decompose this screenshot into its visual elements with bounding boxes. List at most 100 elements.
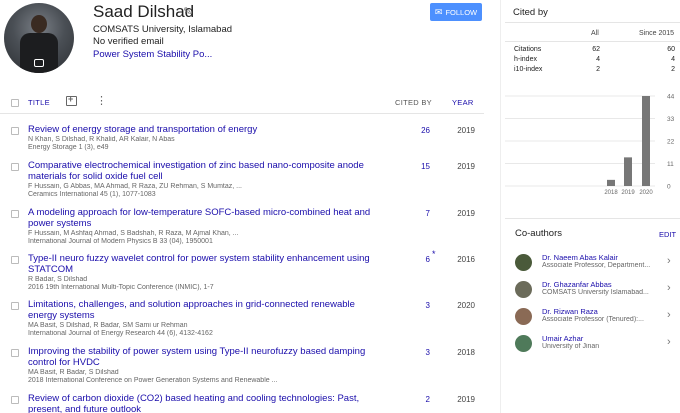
article-cited-count[interactable]: 2 <box>400 395 430 404</box>
coauthors-edit-link[interactable]: EDIT <box>659 230 676 239</box>
select-all-checkbox[interactable] <box>11 99 19 107</box>
coauthors-divider <box>505 218 680 219</box>
profile-avatar[interactable] <box>4 3 74 73</box>
article-cited-count[interactable]: 15 <box>400 162 430 171</box>
article-authors: R Badar, S Dilshad <box>28 276 88 283</box>
chart-x-tick-label: 2018 <box>604 190 618 196</box>
article-checkbox[interactable] <box>11 163 19 171</box>
profile-name: Saad Dilshad <box>93 2 195 21</box>
coauthor-item[interactable]: Dr. Ghazanfar Abbas COMSATS University Is… <box>505 280 680 304</box>
article-authors: F Hussain, M Ashfaq Ahmad, S Badshah, R … <box>28 230 239 237</box>
article-title[interactable]: Comparative electrochemical investigatio… <box>28 160 378 182</box>
profile-affiliation: COMSATS University, Islamabad <box>93 24 233 35</box>
coauthor-avatar <box>515 308 532 325</box>
metric-all-value: 2 <box>596 66 600 73</box>
cited-by-divider <box>505 22 680 23</box>
coauthor-name[interactable]: Dr. Ghazanfar Abbas <box>542 280 612 289</box>
article-year: 2019 <box>457 162 475 171</box>
metric-since-value: 4 <box>671 56 675 63</box>
coauthor-affiliation: Associate Professor (Tenured):... <box>542 316 644 323</box>
chart-x-tick-label: 2020 <box>639 190 653 196</box>
article-authors: F Hussain, G Abbas, MA Ahmad, R Raza, ZU… <box>28 183 242 190</box>
profile-email: No verified email <box>93 36 164 47</box>
article-venue: Energy Storage 1 (3), e49 <box>28 144 109 151</box>
panel-divider <box>500 0 501 413</box>
article-cited-count[interactable]: 26 <box>400 126 430 135</box>
citations-bar-chart: 44 33 22 11 0 2018 2019 2020 <box>505 94 675 196</box>
article-title[interactable]: Limitations, challenges, and solution ap… <box>28 299 378 321</box>
article-cited-count[interactable]: 3 <box>400 301 430 310</box>
article-year: 2018 <box>457 348 475 357</box>
coauthor-item[interactable]: Umair Azhar University of Jinan › <box>505 334 680 358</box>
chevron-right-icon[interactable]: › <box>667 282 671 294</box>
articles-table-header: TITLE ⋮ CITED BY YEAR <box>0 92 484 114</box>
metric-label: i10-index <box>514 66 543 73</box>
article-title[interactable]: Review of energy storage and transportat… <box>28 124 378 135</box>
article-cited-count[interactable]: 6 <box>400 255 430 264</box>
chart-y-tick-label: 11 <box>667 161 674 168</box>
article-title[interactable]: Type-II neuro fuzzy wavelet control for … <box>28 253 378 275</box>
add-article-icon[interactable] <box>66 94 77 106</box>
article-merged-star[interactable]: * <box>432 249 436 259</box>
research-interest-link[interactable]: Power System Stability Po... <box>93 49 212 60</box>
article-title[interactable]: A modeling approach for low-temperature … <box>28 207 378 229</box>
coauthor-affiliation: Associate Professor, Department... <box>542 262 651 269</box>
coauthor-avatar <box>515 335 532 352</box>
cited-by-column-header[interactable]: CITED BY <box>395 98 432 107</box>
article-venue: International Journal of Modern Physics … <box>28 238 213 245</box>
camera-icon[interactable] <box>34 59 44 67</box>
article-title[interactable]: Improving the stability of power system … <box>28 346 378 368</box>
article-checkbox[interactable] <box>11 302 19 310</box>
year-column-header[interactable]: YEAR <box>452 98 474 107</box>
follow-button[interactable]: ✉ FOLLOW <box>430 3 482 21</box>
article-venue: 2018 International Conference on Power G… <box>28 377 278 384</box>
article-year: 2020 <box>457 301 475 310</box>
chart-x-tick-label: 2019 <box>621 190 635 196</box>
metric-all-value: 4 <box>596 56 600 63</box>
coauthor-item[interactable]: Dr. Rizwan Raza Associate Professor (Tenu… <box>505 307 680 331</box>
avatar-head <box>31 15 47 33</box>
coauthor-avatar <box>515 254 532 271</box>
metric-since-value: 60 <box>667 46 675 53</box>
metrics-all-header: All <box>591 30 599 37</box>
title-column-header[interactable]: TITLE <box>28 98 50 107</box>
coauthor-item[interactable]: Dr. Naeem Abas Kalair Associate Professor… <box>505 253 680 277</box>
metric-since-value: 2 <box>671 66 675 73</box>
coauthor-name[interactable]: Dr. Naeem Abas Kalair <box>542 253 618 262</box>
article-authors: MA Basit, R Badar, S Dilshad <box>28 369 119 376</box>
article-checkbox[interactable] <box>11 349 19 357</box>
article-checkbox[interactable] <box>11 127 19 135</box>
article-checkbox[interactable] <box>11 210 19 218</box>
metrics-header-divider <box>505 41 680 42</box>
article-year: 2016 <box>457 255 475 264</box>
article-venue: Ceramics International 45 (1), 1077-1083 <box>28 191 156 198</box>
follow-label: FOLLOW <box>445 7 478 17</box>
coauthor-name[interactable]: Umair Azhar <box>542 334 583 343</box>
coauthor-avatar <box>515 281 532 298</box>
article-checkbox[interactable] <box>11 256 19 264</box>
more-options-icon[interactable]: ⋮ <box>96 94 107 107</box>
metrics-since-header: Since 2015 <box>639 30 675 37</box>
edit-pencil-icon[interactable]: ✎ <box>183 5 192 18</box>
article-year: 2019 <box>457 209 475 218</box>
chart-y-tick-label: 44 <box>667 94 675 101</box>
chevron-right-icon[interactable]: › <box>667 309 671 321</box>
coauthor-affiliation: University of Jinan <box>542 343 600 350</box>
chart-y-tick-label: 22 <box>667 139 675 146</box>
coauthors-title: Co-authors <box>515 228 562 239</box>
article-cited-count[interactable]: 7 <box>400 209 430 218</box>
chart-bar-2018[interactable] <box>607 179 615 186</box>
chevron-right-icon[interactable]: › <box>667 336 671 348</box>
article-venue: International Journal of Energy Research… <box>28 330 213 337</box>
envelope-icon: ✉ <box>434 6 443 17</box>
article-checkbox[interactable] <box>11 396 19 404</box>
chart-bar-2020[interactable] <box>642 96 650 186</box>
article-cited-count[interactable]: 3 <box>400 348 430 357</box>
coauthor-name[interactable]: Dr. Rizwan Raza <box>542 307 598 316</box>
chart-bar-2019[interactable] <box>624 157 632 186</box>
avatar-body <box>20 33 58 73</box>
chart-y-tick-label: 0 <box>667 184 671 191</box>
article-year: 2019 <box>457 126 475 135</box>
chevron-right-icon[interactable]: › <box>667 255 671 267</box>
article-title[interactable]: Review of carbon dioxide (CO2) based hea… <box>28 393 378 413</box>
